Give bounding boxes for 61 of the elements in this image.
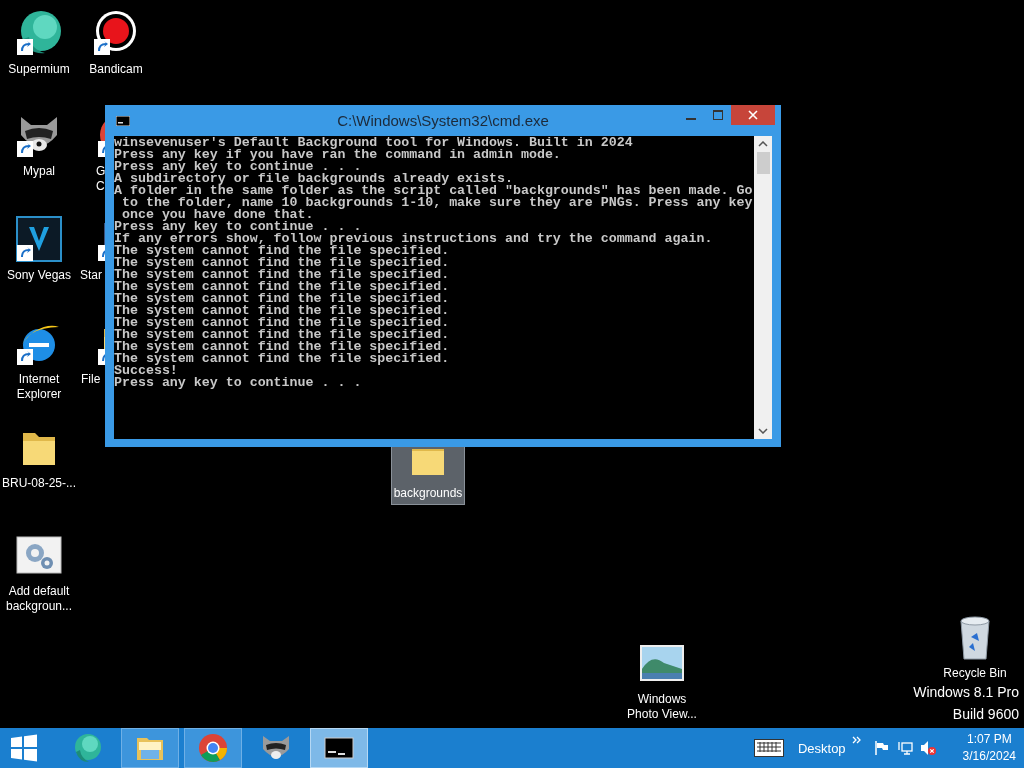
scrollbar-thumb[interactable] <box>756 152 770 174</box>
console-line: Press any key to continue . . . <box>114 377 363 389</box>
toolbar-label[interactable]: Desktop <box>797 740 846 756</box>
console-line: The system cannot find the file specified. <box>114 353 451 365</box>
icon-label: Supermium <box>8 62 70 77</box>
window-title: C:\Windows\System32\cmd.exe <box>337 112 549 129</box>
console-line: A subdirectory or file backgrounds already exists. <box>114 173 513 185</box>
scrollbar[interactable] <box>754 136 772 439</box>
icon-label: Internet <box>18 372 60 387</box>
icon-label: File <box>81 372 101 387</box>
swirl-icon[interactable] <box>15 9 63 57</box>
minimize-icon <box>685 117 696 120</box>
icon-label: C <box>96 179 105 194</box>
maximize-icon <box>712 110 723 120</box>
scroll-up-icon[interactable] <box>758 141 768 147</box>
icon-label: Windows <box>637 692 687 707</box>
edition-text: Windows 8.1 Pro <box>913 684 1019 700</box>
console-line: once you have done that. <box>121 209 314 221</box>
icon-label: Mypal <box>23 164 55 179</box>
console-line: Success! <box>114 365 178 377</box>
icon-label: Sony Vegas <box>6 268 72 283</box>
console-line: The system cannot find the file specified. <box>114 329 451 341</box>
build-text: Build 9600 <box>952 706 1019 722</box>
console-line: The system cannot find the file specified. <box>114 269 451 281</box>
icon-label: Star <box>80 268 102 283</box>
taskbar-button[interactable] <box>310 728 368 768</box>
icon-label: Add default <box>8 584 70 599</box>
console-line: The system cannot find the file specified. <box>114 317 451 329</box>
console-line: The system cannot find the file specified. <box>114 305 451 317</box>
console-line: Press any key if you have ran the command in admin mode. <box>114 149 562 161</box>
close-button[interactable] <box>731 105 775 125</box>
clock[interactable]: 1:07 PM 3/16/2024 <box>962 731 1016 765</box>
vegas-icon[interactable] <box>15 215 63 263</box>
muted-speaker-icon[interactable] <box>919 740 936 756</box>
scroll-down-icon[interactable] <box>758 428 768 434</box>
console-line: The system cannot find the file specified. <box>114 341 451 353</box>
icon-label: backgroun... <box>5 599 72 614</box>
console-line: to the folder, name 10 backgrounds 1-10, make sure they are PNGs. Press any key <box>120 197 754 209</box>
console-icon <box>116 116 130 126</box>
network-icon[interactable] <box>896 740 913 756</box>
windows-logo-icon <box>8 732 40 764</box>
icon-label: Photo View... <box>627 707 697 722</box>
console-line: If any errors show, follow previous instructions and try the command again. <box>114 233 714 245</box>
console-line: The system cannot find the file specified. <box>114 281 451 293</box>
console-line: The system cannot find the file specified. <box>114 293 451 305</box>
icon-label: backgrounds <box>393 486 463 501</box>
close-icon <box>748 110 758 120</box>
keyboard-icon[interactable] <box>753 739 784 757</box>
console-line: Press any key to continue . . . <box>114 161 362 173</box>
console-line: A folder in the same folder as the script called "backgrounds" has been made. Go <box>114 185 754 197</box>
icon-label: Bandicam <box>89 62 143 77</box>
icon-label: G <box>96 164 106 179</box>
chevron-icon[interactable] <box>851 736 862 744</box>
console-line: The system cannot find the file specified. <box>114 245 451 257</box>
icon-label: Explorer <box>16 387 62 402</box>
console-line: winsevenuser's Default Background tool for Windows. Built in 2024 <box>114 137 634 149</box>
icon-label: Recycle Bin <box>943 666 1007 681</box>
console-line: Press any key to continue . . . <box>114 221 362 233</box>
flag-icon[interactable] <box>873 740 890 756</box>
console-line: The system cannot find the file specified. <box>114 257 451 269</box>
icon-label: BRU-08-25-... <box>2 476 76 491</box>
